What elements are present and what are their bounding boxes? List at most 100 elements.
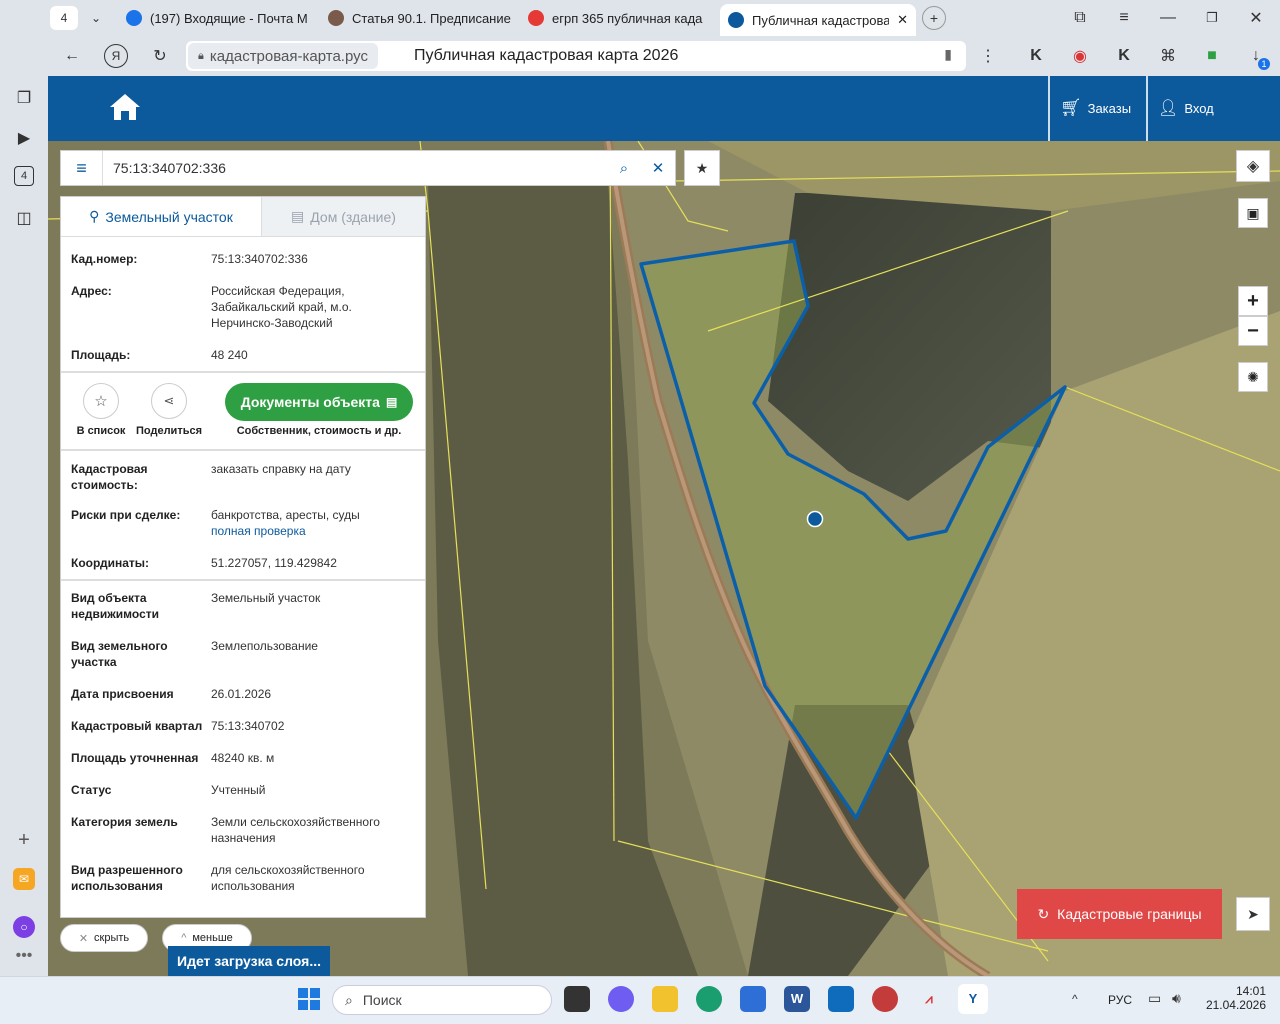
clear-icon[interactable]: ✕ (641, 159, 675, 177)
field-permitted-use: Вид разрешенного использования для сельс… (61, 862, 425, 894)
yandex-browser-icon[interactable]: Y (958, 984, 988, 1014)
store-icon[interactable] (740, 986, 766, 1012)
parcel-marker[interactable] (806, 510, 824, 528)
alice-icon[interactable]: ○ (13, 916, 35, 938)
layer-loading-banner: Идет загрузка слоя... (168, 946, 330, 976)
add-panel-icon[interactable]: + (12, 828, 36, 852)
extension-k-icon[interactable]: K (1024, 44, 1048, 68)
clock[interactable]: 14:01 21.04.2026 (1200, 984, 1266, 1012)
chevron-down-icon[interactable]: ⌄ (84, 6, 108, 30)
hide-panel-button[interactable]: ✕ скрыть (60, 924, 148, 952)
menu-icon[interactable]: ≡ (1112, 6, 1136, 30)
page-title: Публичная кадастровая карта 2026 (413, 47, 679, 64)
add-to-list-star-icon[interactable]: ☆ (83, 383, 119, 419)
actions-row: ☆ В список ⋖ Поделиться Документы объект… (61, 373, 425, 449)
orders-label: Заказы (1087, 100, 1132, 116)
field-area: Площадь: 48 240 (61, 347, 425, 363)
close-tab-icon[interactable]: ✕ (897, 12, 908, 28)
field-land-type: Вид земельного участка Землепользование (61, 638, 425, 670)
app-chart-icon[interactable]: ⩘ (916, 986, 942, 1012)
home-icon[interactable] (108, 92, 142, 122)
outlook-icon[interactable] (828, 986, 854, 1012)
field-land-category: Категория земель Земли сельскохозяйствен… (61, 814, 425, 846)
extension-k2-icon[interactable]: K (1112, 44, 1136, 68)
minimize-icon[interactable]: — (1156, 6, 1180, 30)
more-options-icon[interactable]: ⋮ (976, 44, 1000, 68)
cad-number-link[interactable]: 75:13:340702:336 (211, 251, 415, 267)
field-risks: Риски при сделке: банкротства, аресты, с… (61, 507, 425, 539)
tab-egrp[interactable]: егрп 365 публичная када (520, 4, 716, 32)
order-certificate-link[interactable]: заказать справку на дату (211, 461, 415, 493)
taskbar-search[interactable]: ⌕ Поиск (332, 985, 552, 1015)
loading-spinner-icon[interactable]: ✺ (1238, 362, 1268, 392)
network-icon[interactable]: ▭ (1148, 990, 1161, 1007)
layers-icon[interactable]: ◈ (1236, 150, 1270, 182)
close-window-icon[interactable]: ✕ (1244, 6, 1268, 30)
word-icon[interactable]: W (784, 986, 810, 1012)
chevron-up-icon[interactable]: ^ (1072, 992, 1078, 1006)
search-icon[interactable]: ⌕ (607, 160, 641, 177)
volume-icon[interactable]: 🔊︎ (1172, 990, 1181, 1007)
share-label: Поделиться (135, 425, 203, 437)
tab-label: егрп 365 публичная када (552, 10, 703, 26)
field-key: Вид земельного участка (71, 639, 168, 669)
header-divider (1146, 76, 1148, 141)
yandex-logo-icon[interactable]: Я (104, 44, 128, 68)
full-check-link[interactable]: полная проверка (211, 523, 415, 539)
object-documents-button[interactable]: Документы объекта ▤ (225, 383, 413, 421)
tab-groups-icon[interactable]: ⧉ (1068, 6, 1092, 30)
mail-icon (126, 10, 142, 26)
tab-building[interactable]: ▤ Дом (здание) (261, 197, 425, 236)
clock-time: 14:01 (1235, 984, 1266, 998)
back-icon[interactable]: ← (60, 44, 84, 68)
refresh-icon: ↻ (1037, 905, 1050, 922)
cadastral-borders-button[interactable]: ↻ Кадастровые границы (1017, 889, 1222, 939)
ruler-icon[interactable]: ▣ (1238, 198, 1268, 228)
more-icon[interactable]: ••• (12, 947, 36, 964)
tab-mail[interactable]: (197) Входящие - Почта М (118, 4, 318, 32)
field-key: Кадастровая стоимость: (71, 462, 148, 492)
extension-green-icon[interactable]: ■ (1200, 44, 1224, 68)
cadastral-search-input[interactable] (103, 152, 607, 184)
field-cadastral-cost: Кадастровая стоимость: заказать справку … (61, 461, 425, 493)
url-field[interactable]: 🔒︎ кадастровая-карта.рус Публичная кадас… (186, 41, 966, 71)
locate-me-icon[interactable]: ➤ (1236, 897, 1270, 931)
mail-app-icon[interactable]: ✉ (13, 868, 35, 890)
restore-icon[interactable]: ❐ (1200, 6, 1224, 30)
tab-land-plot[interactable]: ⚲ Земельный участок (61, 197, 261, 236)
risks-value: банкротства, аресты, суды (211, 508, 360, 522)
extension-shield-icon[interactable]: ◉ (1068, 44, 1092, 68)
windows-start-icon[interactable] (298, 988, 320, 1010)
add-to-list-label: В список (76, 425, 126, 437)
tab-count-icon[interactable]: 4 (14, 166, 34, 186)
share-icon[interactable]: ⋖ (151, 383, 187, 419)
task-view-icon[interactable] (564, 986, 590, 1012)
tab-cadastral-map[interactable]: Публичная кадастрова ✕ (720, 4, 916, 36)
screenshot-icon[interactable]: ◫ (12, 206, 36, 230)
new-tab-icon[interactable]: + (922, 6, 946, 30)
tab-article[interactable]: Статья 90.1. Предписание (320, 4, 516, 32)
tab-label: Публичная кадастрова (752, 12, 890, 28)
field-value: Земли сельскохозяйственного назначения (211, 815, 380, 845)
zoom-out-button[interactable]: − (1238, 316, 1268, 346)
hamburger-menu-icon[interactable]: ≡ (61, 151, 103, 185)
tab-count-badge[interactable]: 4 (50, 6, 78, 30)
language-indicator[interactable]: РУС (1108, 993, 1132, 1007)
zoom-in-button[interactable]: + (1238, 286, 1268, 316)
extension-puzzle-icon[interactable]: ⌘ (1156, 44, 1180, 68)
coordinates-value: 51.227057, 119.429842 (211, 556, 337, 570)
edge-icon[interactable] (696, 986, 722, 1012)
yandex-icon (528, 10, 544, 26)
login-button[interactable]: 👤︎ Вход (1158, 98, 1214, 118)
orders-button[interactable]: 🛒︎ Заказы (1060, 98, 1131, 118)
file-explorer-icon[interactable] (652, 986, 678, 1012)
collections-icon[interactable]: ❐ (12, 86, 36, 110)
tab-bar: 4 ⌄ (197) Входящие - Почта М Статья 90.1… (0, 0, 1280, 36)
app-red-icon[interactable] (872, 986, 898, 1012)
copilot-icon[interactable] (608, 986, 634, 1012)
field-cad-number: Кад.номер: 75:13:340702:336 (61, 251, 425, 267)
favorites-star-icon[interactable]: ★ (684, 150, 720, 186)
play-icon[interactable]: ▶ (12, 126, 36, 150)
bookmark-icon[interactable]: ▮ (944, 46, 952, 63)
reload-icon[interactable]: ↻ (148, 44, 172, 68)
